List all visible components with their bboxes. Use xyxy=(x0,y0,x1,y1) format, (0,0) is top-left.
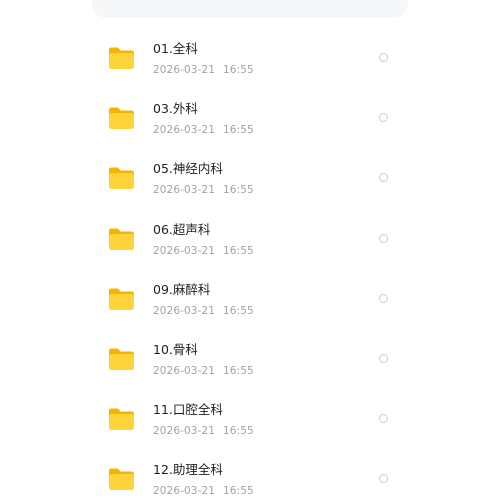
file-date: 2026-03-21 xyxy=(153,184,216,197)
file-time: 16:55 xyxy=(223,124,254,137)
file-list-item[interactable]: 12.助理全科 2026-03-21 16:55 xyxy=(92,449,408,500)
file-time: 16:55 xyxy=(223,364,254,377)
file-time: 16:55 xyxy=(223,244,254,257)
file-list-item[interactable]: 05.神经内科 2026-03-21 16:55 xyxy=(92,148,408,208)
folder-icon xyxy=(108,407,135,431)
file-date: 2026-03-21 xyxy=(153,124,216,137)
file-name: 03.外科 xyxy=(153,101,198,117)
folder-icon xyxy=(108,46,135,70)
file-list-item[interactable]: 11.口腔全科 2026-03-21 16:55 xyxy=(92,389,408,449)
select-radio[interactable] xyxy=(379,353,388,363)
file-modified: 2026-03-21 16:55 xyxy=(153,304,254,318)
top-panel-edge xyxy=(92,0,408,18)
file-list-item[interactable]: 03.外科 2026-03-21 16:55 xyxy=(92,88,408,148)
file-list-item[interactable]: 06.超声科 2026-03-21 16:55 xyxy=(92,209,408,269)
select-radio[interactable] xyxy=(379,414,388,424)
file-name: 09.麻醉科 xyxy=(153,281,211,297)
file-date: 2026-03-21 xyxy=(153,304,216,317)
folder-icon xyxy=(108,467,135,491)
file-modified: 2026-03-21 16:55 xyxy=(153,63,254,77)
folder-icon xyxy=(108,227,135,251)
file-list-item[interactable]: 09.麻醉科 2026-03-21 16:55 xyxy=(92,269,408,329)
select-radio[interactable] xyxy=(379,113,388,123)
folder-icon xyxy=(108,347,135,371)
file-date: 2026-03-21 xyxy=(153,485,216,498)
file-modified: 2026-03-21 16:55 xyxy=(153,244,254,258)
file-time: 16:55 xyxy=(223,184,254,197)
select-radio[interactable] xyxy=(379,53,388,62)
file-time: 16:55 xyxy=(223,304,254,317)
file-modified: 2026-03-21 16:55 xyxy=(153,123,254,137)
file-modified: 2026-03-21 16:55 xyxy=(153,424,254,438)
file-name: 10.骨科 xyxy=(153,341,198,357)
file-time: 16:55 xyxy=(223,64,254,76)
file-date: 2026-03-21 xyxy=(153,364,216,377)
file-list: 01.全科 2026-03-21 16:55 03.外科 2026-03-21 16… xyxy=(92,28,408,500)
select-radio[interactable] xyxy=(379,474,388,484)
file-date: 2026-03-21 xyxy=(153,64,216,76)
select-radio[interactable] xyxy=(379,293,388,303)
file-list-item[interactable]: 10.骨科 2026-03-21 16:55 xyxy=(92,329,408,389)
file-time: 16:55 xyxy=(223,485,254,498)
folder-icon xyxy=(108,106,135,130)
folder-icon xyxy=(108,166,135,190)
file-time: 16:55 xyxy=(223,425,254,438)
file-date: 2026-03-21 xyxy=(153,244,216,257)
folder-icon xyxy=(108,287,135,311)
select-radio[interactable] xyxy=(379,233,388,243)
file-list-item[interactable]: 01.全科 2026-03-21 16:55 xyxy=(92,28,408,88)
file-date: 2026-03-21 xyxy=(153,425,216,438)
file-name: 12.助理全科 xyxy=(153,462,223,478)
file-name: 11.口腔全科 xyxy=(153,402,223,418)
file-modified: 2026-03-21 16:55 xyxy=(153,364,254,378)
file-modified: 2026-03-21 16:55 xyxy=(153,183,254,197)
file-name: 06.超声科 xyxy=(153,221,211,237)
file-name: 05.神经内科 xyxy=(153,161,223,177)
file-modified: 2026-03-21 16:55 xyxy=(153,484,254,498)
file-browser-screen: 01.全科 2026-03-21 16:55 03.外科 2026-03-21 16… xyxy=(0,0,500,500)
file-name: 01.全科 xyxy=(153,41,198,56)
select-radio[interactable] xyxy=(379,173,388,183)
